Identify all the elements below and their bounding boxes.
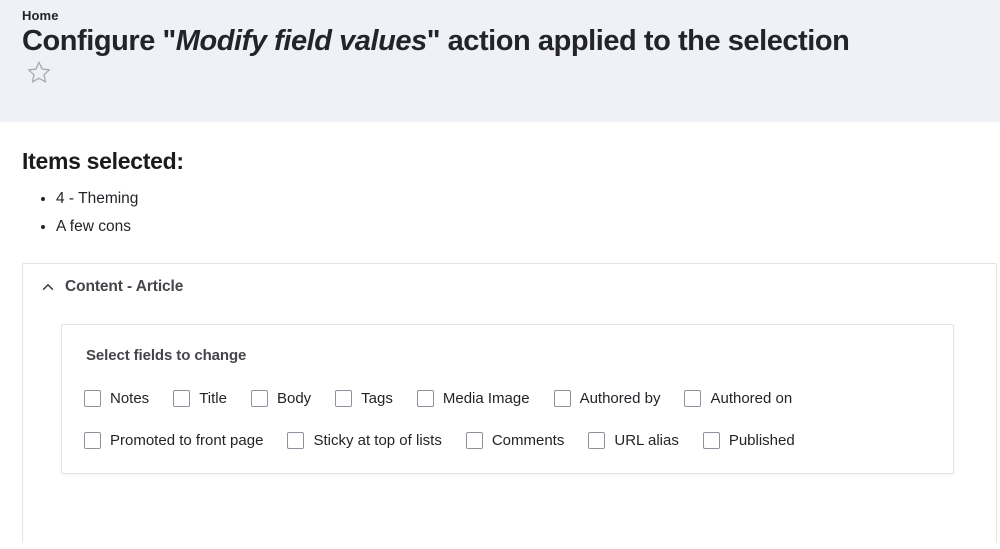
checkbox-groups: Notes Title Body Tags Media Image Author…	[84, 390, 931, 449]
checkbox-label: Authored on	[710, 390, 793, 407]
checkbox-item-media-image[interactable]: Media Image	[416, 390, 530, 407]
checkbox-authored-on[interactable]	[684, 390, 702, 407]
select-fields-fieldset: Select fields to change Notes Title Body	[61, 324, 954, 474]
page-title-action-name: Modify field values	[175, 25, 427, 57]
checkbox-row: Promoted to front page Sticky at top of …	[84, 432, 931, 449]
checkbox-item-authored-by[interactable]: Authored by	[553, 390, 661, 407]
items-selected-heading: Items selected:	[22, 148, 184, 174]
checkbox-published[interactable]	[702, 432, 720, 449]
checkbox-body[interactable]	[250, 390, 268, 407]
checkbox-label: Media Image	[442, 390, 530, 407]
main-content: Items selected: 4 - Theming A few cons C…	[0, 148, 1000, 543]
checkbox-comments[interactable]	[465, 432, 483, 449]
checkbox-authored-by[interactable]	[553, 390, 571, 407]
checkbox-label: Promoted to front page	[110, 432, 264, 449]
checkbox-media-image[interactable]	[416, 390, 434, 407]
details-summary-label: Content - Article	[65, 278, 184, 295]
breadcrumb: Home	[22, 8, 1000, 23]
content-article-details-toggle[interactable]: Content - Article	[23, 264, 996, 308]
checkbox-label: Title	[199, 390, 227, 407]
checkbox-label: Sticky at top of lists	[313, 432, 442, 449]
page-header: Home Configure "Modify field values" act…	[0, 0, 1000, 122]
star-outline-icon[interactable]	[26, 59, 52, 85]
items-selected-list: 4 - Theming A few cons	[0, 185, 1000, 241]
list-item: 4 - Theming	[56, 185, 1000, 213]
chevron-up-icon	[41, 280, 55, 294]
checkbox-label: Published	[728, 432, 795, 449]
checkbox-item-url-alias[interactable]: URL alias	[588, 432, 679, 449]
page-title-prefix: Configure "	[22, 25, 176, 57]
breadcrumb-item-home[interactable]: Home	[22, 8, 59, 23]
checkbox-tags[interactable]	[335, 390, 353, 407]
checkbox-label: Body	[276, 390, 312, 407]
content-article-details-card: Content - Article Select fields to chang…	[22, 263, 997, 543]
checkbox-promoted-to-front-page[interactable]	[84, 432, 101, 449]
checkbox-url-alias[interactable]	[588, 432, 606, 449]
checkbox-item-body[interactable]: Body	[250, 390, 312, 407]
checkbox-title[interactable]	[173, 390, 191, 407]
checkbox-item-notes[interactable]: Notes	[84, 390, 149, 407]
checkbox-label: URL alias	[614, 432, 679, 449]
checkbox-label: Authored by	[579, 390, 661, 407]
checkbox-item-promoted-to-front-page[interactable]: Promoted to front page	[84, 432, 263, 449]
checkbox-item-title[interactable]: Title	[173, 390, 227, 407]
checkbox-item-sticky-at-top-of-lists[interactable]: Sticky at top of lists	[287, 432, 442, 449]
checkbox-item-tags[interactable]: Tags	[335, 390, 393, 407]
checkbox-item-comments[interactable]: Comments	[465, 432, 565, 449]
checkbox-notes[interactable]	[84, 390, 101, 407]
checkbox-item-published[interactable]: Published	[702, 432, 795, 449]
checkbox-sticky-at-top-of-lists[interactable]	[287, 432, 305, 449]
checkbox-label: Tags	[361, 390, 393, 407]
checkbox-label: Notes	[110, 390, 150, 407]
checkbox-row: Notes Title Body Tags Media Image Author…	[84, 390, 931, 407]
checkbox-item-authored-on[interactable]: Authored on	[684, 390, 792, 407]
page-title-suffix: " action applied to the selection	[426, 25, 850, 57]
page-title: Configure "Modify field values" action a…	[22, 25, 978, 57]
list-item: A few cons	[56, 213, 1000, 241]
checkbox-label: Comments	[491, 432, 565, 449]
fieldset-legend: Select fields to change	[86, 347, 247, 364]
